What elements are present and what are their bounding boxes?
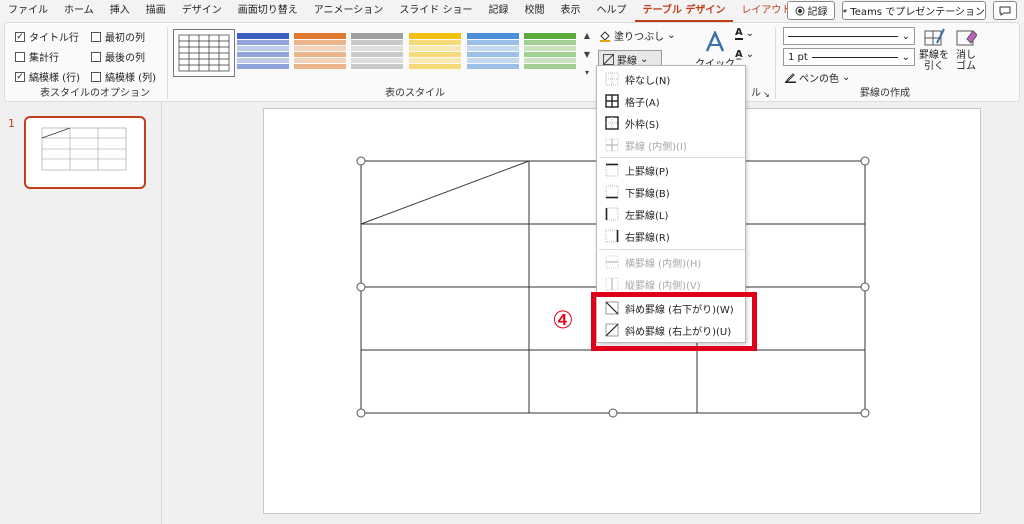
menu-item-outside-borders[interactable]: 外枠(S) [597,112,747,134]
outside-borders-icon [605,116,619,130]
inside-borders-icon [605,138,619,152]
right-border-icon [605,229,619,243]
menu-item-inside-horizontal: 横罫線 (内側)(H) [597,251,747,273]
inside-horizontal-border-icon [605,255,619,269]
inside-vertical-border-icon [605,277,619,291]
all-borders-icon [605,94,619,108]
no-border-icon [605,72,619,86]
bottom-border-icon [605,185,619,199]
menu-separator [599,249,745,250]
menu-item-right-border[interactable]: 右罫線(R) [597,225,747,247]
menu-item-no-border[interactable]: 枠なし(N) [597,68,747,90]
menu-item-all-borders[interactable]: 格子(A) [597,90,747,112]
menu-item-top-border[interactable]: 上罫線(P) [597,159,747,181]
top-border-icon [605,163,619,177]
left-border-icon [605,207,619,221]
menu-separator [599,157,745,158]
highlight-box [591,292,757,351]
menu-item-bottom-border[interactable]: 下罫線(B) [597,181,747,203]
step-number-annotation: ④ [552,306,574,334]
menu-item-inside-borders: 罫線 (内側)(I) [597,134,747,156]
slide-table[interactable] [0,0,1024,524]
menu-item-left-border[interactable]: 左罫線(L) [597,203,747,225]
